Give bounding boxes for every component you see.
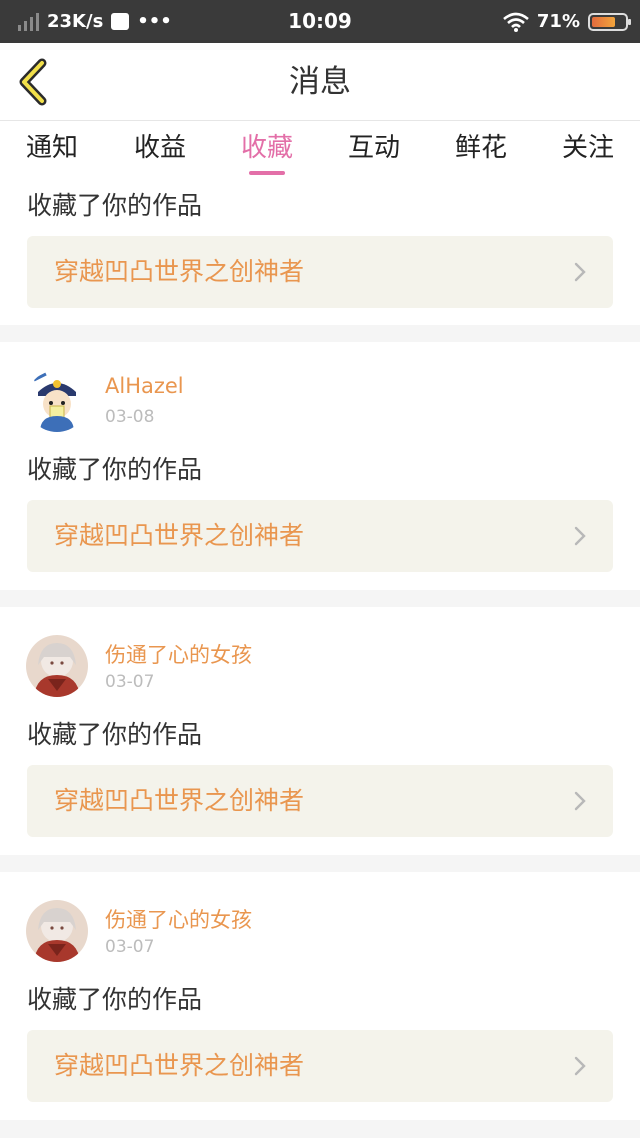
chevron-right-icon — [574, 1056, 586, 1076]
page-title: 消息 — [289, 64, 351, 100]
message-date: 03-07 — [105, 937, 155, 957]
tab-favorites[interactable]: 收藏 — [227, 121, 307, 181]
message-card: 伤通了心的女孩 03-07 收藏了你的作品 穿越凹凸世界之创神者 — [0, 607, 640, 855]
work-title: 穿越凹凸世界之创神者 — [54, 786, 305, 815]
tab-label: 通知 — [25, 133, 78, 163]
tab-earnings[interactable]: 收益 — [120, 121, 200, 181]
work-link[interactable]: 穿越凹凸世界之创神者 — [27, 500, 613, 572]
battery-icon — [588, 12, 631, 31]
nav-header: 消息 — [0, 43, 640, 121]
tab-follows[interactable]: 关注 — [548, 121, 628, 181]
tab-label: 互动 — [347, 133, 400, 163]
work-title: 穿越凹凸世界之创神者 — [54, 257, 305, 286]
message-card: 收藏了你的作品 穿越凹凸世界之创神者 — [0, 181, 640, 325]
tab-label: 鲜花 — [454, 133, 507, 163]
avatar[interactable] — [26, 635, 88, 697]
action-text: 收藏了你的作品 — [27, 455, 203, 484]
anime-girl-avatar-icon — [26, 900, 88, 962]
tab-bar: 通知 收益 收藏 互动 鲜花 关注 — [0, 121, 640, 181]
message-date: 03-07 — [105, 672, 155, 692]
tab-flowers[interactable]: 鲜花 — [441, 121, 521, 181]
username[interactable]: AlHazel — [105, 374, 184, 398]
username[interactable]: 伤通了心的女孩 — [105, 639, 252, 669]
work-title: 穿越凹凸世界之创神者 — [54, 1051, 305, 1080]
work-title: 穿越凹凸世界之创神者 — [54, 521, 305, 550]
avatar[interactable] — [26, 370, 88, 432]
active-tab-indicator — [249, 171, 285, 175]
avatar[interactable] — [26, 900, 88, 962]
wifi-icon — [503, 12, 529, 32]
battery-percent: 71% — [536, 11, 580, 32]
chevron-right-icon — [574, 791, 586, 811]
message-feed[interactable]: 收藏了你的作品 穿越凹凸世界之创神者 AlHazel 03-08 收藏了你的作品… — [0, 181, 640, 1138]
work-link[interactable]: 穿越凹凸世界之创神者 — [27, 236, 613, 308]
username[interactable]: 伤通了心的女孩 — [105, 904, 252, 934]
action-text: 收藏了你的作品 — [27, 720, 203, 749]
anime-girl-avatar-icon — [26, 635, 88, 697]
tab-label: 关注 — [561, 133, 614, 163]
action-text: 收藏了你的作品 — [27, 191, 203, 220]
chevron-right-icon — [574, 262, 586, 282]
work-link[interactable]: 穿越凹凸世界之创神者 — [27, 765, 613, 837]
message-card: 伤通了心的女孩 03-07 收藏了你的作品 穿越凹凸世界之创神者 — [0, 872, 640, 1120]
status-bar: 23K/s ••• 10:09 71% — [0, 0, 640, 43]
status-right: 71% — [503, 0, 631, 43]
action-text: 收藏了你的作品 — [27, 985, 203, 1014]
tab-label: 收益 — [133, 133, 186, 163]
message-card: AlHazel 03-08 收藏了你的作品 穿越凹凸世界之创神者 — [0, 342, 640, 590]
message-date: 03-08 — [105, 407, 155, 427]
work-link[interactable]: 穿越凹凸世界之创神者 — [27, 1030, 613, 1102]
tab-notice[interactable]: 通知 — [12, 121, 92, 181]
tab-label: 收藏 — [240, 133, 293, 163]
tab-interactions[interactable]: 互动 — [334, 121, 414, 181]
chevron-right-icon — [574, 526, 586, 546]
cartoon-avatar-icon — [26, 370, 88, 432]
